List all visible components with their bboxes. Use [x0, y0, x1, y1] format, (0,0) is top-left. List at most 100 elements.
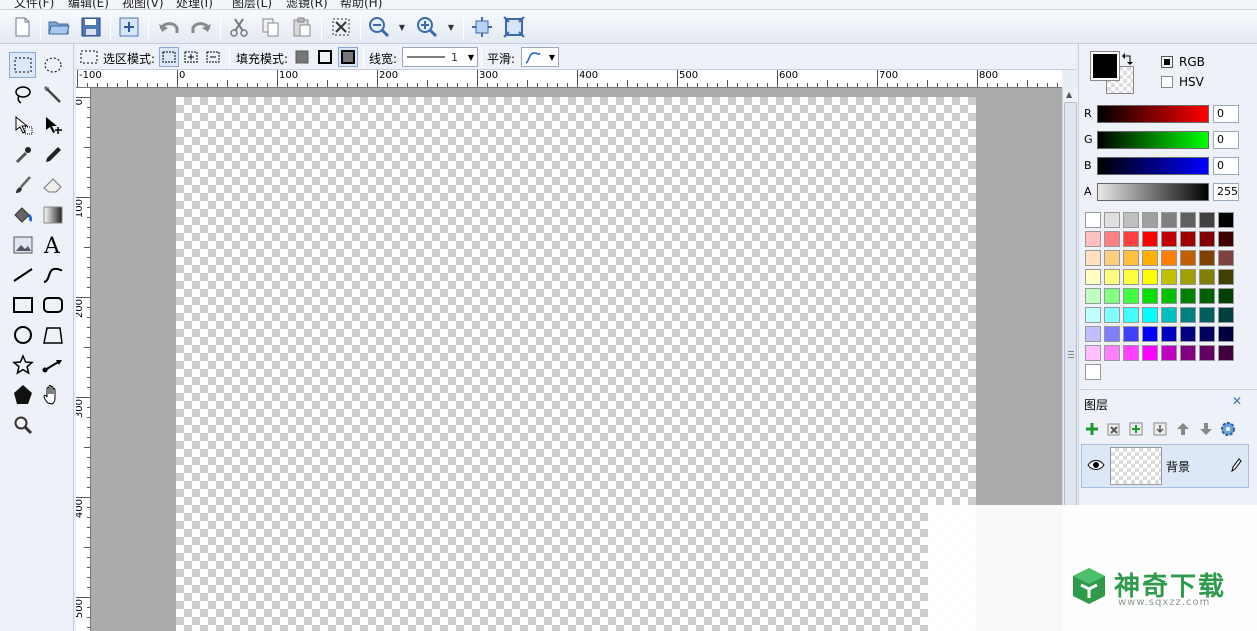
- paint-bucket-tool[interactable]: [9, 202, 36, 228]
- palette-swatch[interactable]: [1180, 269, 1196, 285]
- red-slider[interactable]: [1097, 105, 1209, 123]
- layer-item[interactable]: 背景: [1081, 444, 1249, 488]
- polygon-tool[interactable]: [9, 382, 36, 408]
- deselect-button[interactable]: [328, 14, 354, 40]
- palette-swatch[interactable]: [1218, 269, 1234, 285]
- star-tool[interactable]: [9, 352, 36, 378]
- fit-window-button[interactable]: [469, 14, 495, 40]
- menu-image[interactable]: 处理(I): [176, 0, 213, 9]
- curve-tool[interactable]: [39, 262, 66, 288]
- palette-swatch[interactable]: [1199, 288, 1215, 304]
- rectangle-tool[interactable]: [9, 292, 36, 318]
- palette-swatch[interactable]: [1085, 288, 1101, 304]
- paste-button[interactable]: [289, 14, 315, 40]
- move-tool[interactable]: [39, 112, 66, 138]
- palette-swatch[interactable]: [1085, 326, 1101, 342]
- alpha-slider[interactable]: [1097, 183, 1209, 201]
- palette-swatch[interactable]: [1104, 269, 1120, 285]
- move-layer-up-button[interactable]: [1174, 420, 1192, 438]
- palette-swatch[interactable]: [1123, 269, 1139, 285]
- edit-layer-pencil-icon[interactable]: [1230, 457, 1242, 473]
- palette-swatch[interactable]: [1180, 326, 1196, 342]
- copy-button[interactable]: [258, 14, 284, 40]
- palette-swatch[interactable]: [1180, 345, 1196, 361]
- primary-color-swatch[interactable]: [1090, 51, 1120, 81]
- palette-swatch[interactable]: [1142, 231, 1158, 247]
- palette-swatch[interactable]: [1180, 231, 1196, 247]
- palette-swatch[interactable]: [1199, 231, 1215, 247]
- palette-swatch[interactable]: [1085, 250, 1101, 266]
- palette-swatch[interactable]: [1123, 231, 1139, 247]
- color-picker-tool[interactable]: [9, 142, 36, 168]
- palette-swatch[interactable]: [1218, 345, 1234, 361]
- palette-swatch[interactable]: [1142, 288, 1158, 304]
- green-slider[interactable]: [1097, 131, 1209, 149]
- red-value-input[interactable]: 0: [1213, 105, 1239, 123]
- menu-layer[interactable]: 图层(L): [232, 0, 272, 9]
- palette-swatch[interactable]: [1218, 231, 1234, 247]
- eraser-tool[interactable]: [39, 172, 66, 198]
- transparent-color-swatch[interactable]: [1085, 364, 1101, 380]
- palette-swatch[interactable]: [1180, 250, 1196, 266]
- palette-swatch[interactable]: [1142, 307, 1158, 323]
- palette-swatch[interactable]: [1199, 326, 1215, 342]
- palette-swatch[interactable]: [1085, 212, 1101, 228]
- close-icon[interactable]: ✕: [1232, 394, 1242, 408]
- zoom-in-button[interactable]: [414, 14, 440, 40]
- palette-swatch[interactable]: [1104, 345, 1120, 361]
- menu-help[interactable]: 帮助(H): [340, 0, 382, 9]
- palette-swatch[interactable]: [1218, 288, 1234, 304]
- freeform-shape-tool[interactable]: [39, 322, 66, 348]
- palette-swatch[interactable]: [1161, 345, 1177, 361]
- palette-swatch[interactable]: [1199, 269, 1215, 285]
- palette-swatch[interactable]: [1142, 326, 1158, 342]
- palette-swatch[interactable]: [1104, 288, 1120, 304]
- select-mode-subtract-button[interactable]: [203, 47, 223, 67]
- scroll-up-arrow[interactable]: ▲: [1066, 90, 1072, 99]
- palette-swatch[interactable]: [1180, 288, 1196, 304]
- menu-filter[interactable]: 滤镜(R): [286, 0, 328, 9]
- paintbrush-tool[interactable]: [9, 172, 36, 198]
- palette-swatch[interactable]: [1104, 231, 1120, 247]
- zoom-out-button[interactable]: [366, 14, 392, 40]
- merge-down-button[interactable]: [1151, 420, 1169, 438]
- palette-swatch[interactable]: [1161, 307, 1177, 323]
- rounded-rectangle-tool[interactable]: [39, 292, 66, 318]
- menu-edit[interactable]: 编辑(E): [68, 0, 109, 9]
- rect-select-tool[interactable]: [9, 52, 36, 78]
- menu-file[interactable]: 文件(F): [14, 0, 54, 9]
- palette-swatch[interactable]: [1218, 212, 1234, 228]
- move-selection-tool[interactable]: [9, 112, 36, 138]
- fill-mode-both-button[interactable]: [338, 47, 358, 67]
- duplicate-layer-button[interactable]: [1127, 420, 1145, 438]
- zoom-tool[interactable]: [9, 412, 36, 438]
- line-width-combo[interactable]: 1 ▼: [402, 47, 478, 67]
- canvas-workspace[interactable]: [91, 88, 1062, 631]
- green-value-input[interactable]: 0: [1213, 131, 1239, 149]
- palette-swatch[interactable]: [1085, 269, 1101, 285]
- palette-swatch[interactable]: [1123, 288, 1139, 304]
- palette-swatch[interactable]: [1199, 250, 1215, 266]
- cut-button[interactable]: [226, 14, 252, 40]
- palette-swatch[interactable]: [1161, 288, 1177, 304]
- select-mode-add-button[interactable]: [181, 47, 201, 67]
- lasso-tool[interactable]: [9, 82, 36, 108]
- undo-button[interactable]: [156, 14, 182, 40]
- palette-swatch[interactable]: [1085, 307, 1101, 323]
- palette-swatch[interactable]: [1199, 307, 1215, 323]
- arrow-tool[interactable]: [39, 352, 66, 378]
- delete-layer-button[interactable]: [1105, 420, 1123, 438]
- redo-button[interactable]: [188, 14, 214, 40]
- palette-swatch[interactable]: [1142, 212, 1158, 228]
- rgb-mode-radio[interactable]: [1161, 56, 1173, 68]
- image-tool[interactable]: [9, 232, 36, 258]
- zoom-in-dropdown[interactable]: ▼: [445, 14, 457, 40]
- gradient-tool[interactable]: [39, 202, 66, 228]
- save-button[interactable]: [78, 14, 104, 40]
- actual-size-button[interactable]: [501, 14, 527, 40]
- blue-slider[interactable]: [1097, 157, 1209, 175]
- palette-swatch[interactable]: [1161, 231, 1177, 247]
- palette-swatch[interactable]: [1199, 345, 1215, 361]
- add-layer-button[interactable]: [1083, 420, 1101, 438]
- palette-swatch[interactable]: [1218, 326, 1234, 342]
